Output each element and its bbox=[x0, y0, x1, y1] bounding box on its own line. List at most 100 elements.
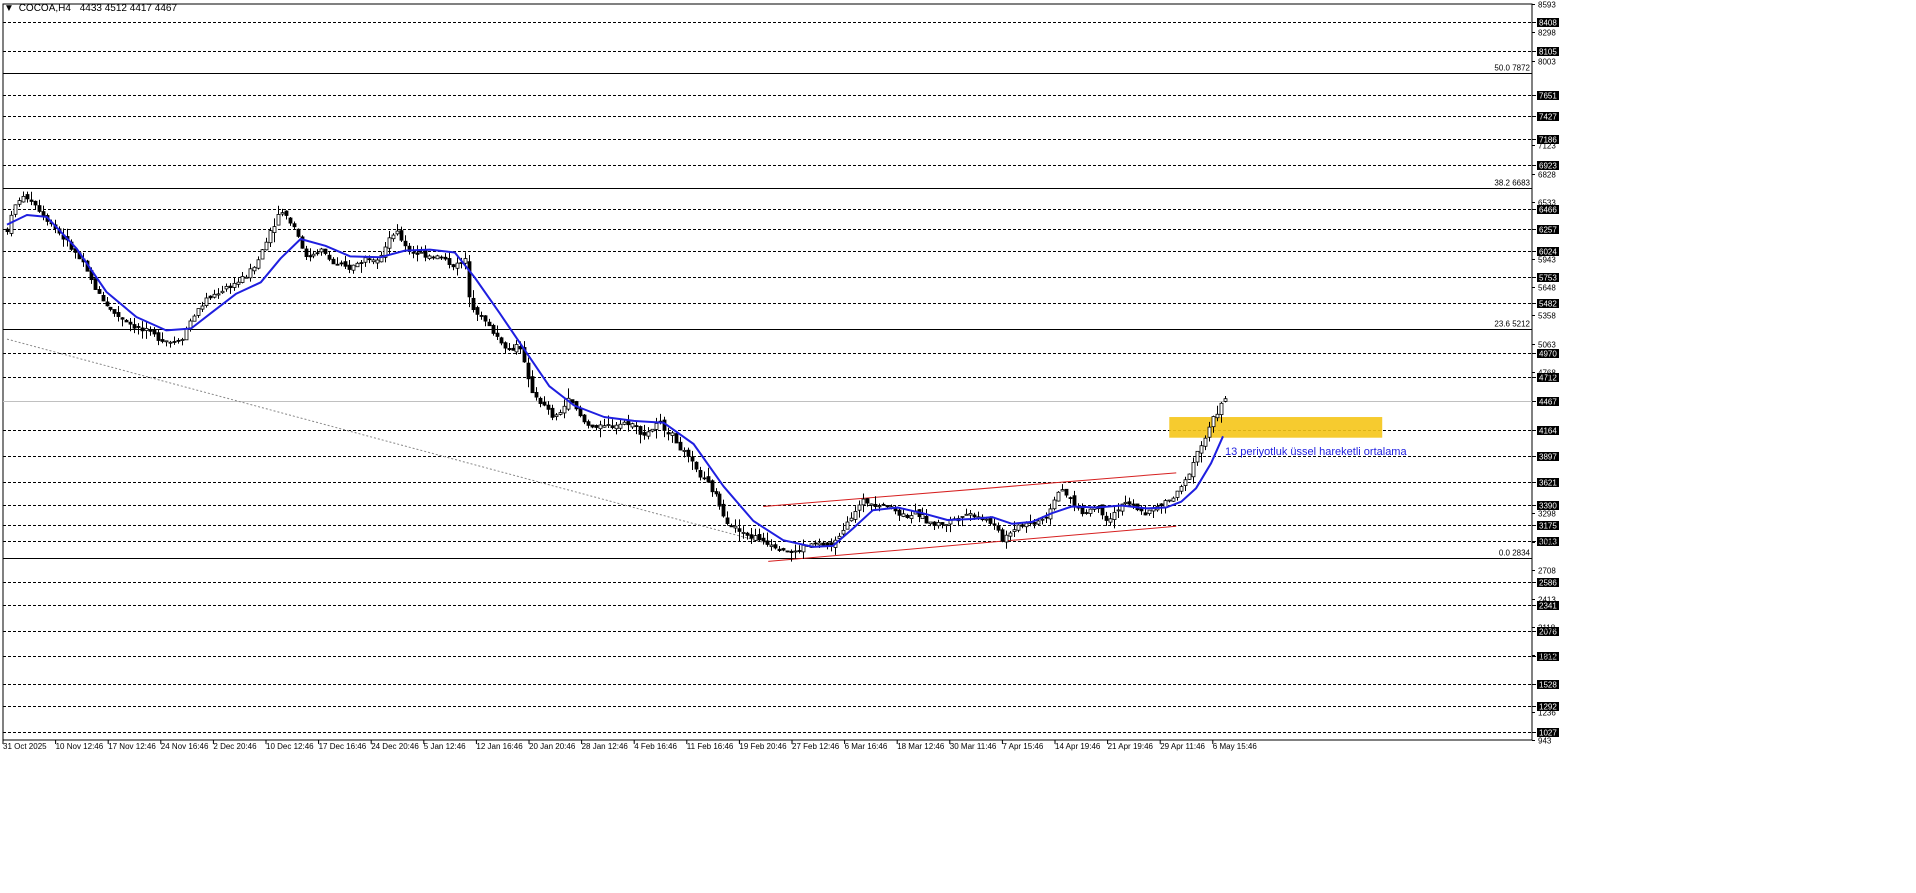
candle bbox=[435, 254, 440, 260]
candle-body bbox=[172, 341, 177, 343]
candle bbox=[236, 278, 241, 288]
candle-body bbox=[475, 307, 480, 315]
price-tag-label: 3175 bbox=[1539, 522, 1557, 531]
candle bbox=[881, 502, 886, 507]
candle bbox=[292, 221, 297, 229]
candle bbox=[411, 246, 416, 259]
candle bbox=[1147, 509, 1152, 516]
candle-body bbox=[530, 376, 535, 394]
candle bbox=[932, 521, 937, 530]
chart-header: ▼ COCOA,H4 4433 4512 4417 4467 bbox=[4, 3, 177, 14]
candle-body bbox=[1000, 529, 1005, 542]
candle bbox=[1139, 505, 1144, 515]
candle-body bbox=[761, 537, 766, 542]
candle bbox=[849, 512, 854, 522]
candle-body bbox=[29, 199, 34, 202]
candle-body bbox=[196, 308, 201, 316]
candle-body bbox=[208, 295, 213, 299]
candle bbox=[873, 496, 878, 510]
y-tick-label: 5063 bbox=[1538, 341, 1556, 350]
candle-body bbox=[200, 305, 205, 310]
candle-body bbox=[698, 470, 703, 478]
candle-body bbox=[1167, 499, 1172, 502]
candle-body bbox=[244, 276, 249, 279]
candle-body bbox=[395, 230, 400, 235]
candle-body bbox=[1179, 486, 1184, 492]
candle-body bbox=[1187, 473, 1192, 480]
candle-body bbox=[411, 251, 416, 254]
candle bbox=[721, 499, 726, 518]
fib-label: 38.2 6683 bbox=[1494, 179, 1530, 188]
candle-body bbox=[618, 423, 623, 429]
candle-body bbox=[315, 252, 320, 255]
candle bbox=[1072, 490, 1077, 512]
x-tick-label: 19 Feb 20:46 bbox=[739, 742, 787, 751]
candle-body bbox=[793, 550, 798, 553]
candle bbox=[1199, 441, 1204, 463]
candle-body bbox=[1195, 450, 1200, 463]
candle-body bbox=[152, 329, 157, 335]
candle-body bbox=[964, 513, 969, 516]
candle-body bbox=[710, 480, 715, 493]
fibonacci-levels: 50.0 7872 38.2 6683 23.6 5212 0.0 2834 bbox=[3, 64, 1532, 559]
candle-body bbox=[881, 503, 886, 506]
candle-body bbox=[296, 228, 301, 237]
chart-canvas[interactable]: 8408810576517427718669236466625760245753… bbox=[0, 0, 1916, 888]
candle-body bbox=[650, 428, 655, 432]
price-chart[interactable]: 8408 8105 7651 7427 7186 6923 6466 6257 6024 5753… bbox=[0, 0, 1916, 888]
candle bbox=[252, 266, 257, 275]
candle-body bbox=[204, 297, 209, 306]
candle bbox=[439, 255, 444, 261]
candle-body bbox=[308, 255, 313, 258]
candle-body bbox=[988, 517, 993, 524]
candle-body bbox=[1088, 508, 1093, 514]
candle-body bbox=[443, 256, 448, 260]
candle-body bbox=[594, 425, 599, 428]
candle bbox=[901, 509, 906, 518]
candle bbox=[304, 245, 309, 261]
x-tick-label: 17 Nov 12:46 bbox=[108, 742, 156, 751]
candle-body bbox=[960, 515, 965, 518]
plot-frame bbox=[2, 3, 1533, 741]
candle bbox=[152, 327, 157, 337]
candle-body bbox=[387, 237, 392, 249]
candle-body bbox=[1219, 402, 1224, 416]
y-tick-label: 2413 bbox=[1538, 596, 1556, 605]
candle bbox=[590, 424, 595, 429]
candle bbox=[264, 237, 269, 251]
candle bbox=[455, 257, 460, 276]
dropdown-triangle-icon[interactable]: ▼ bbox=[4, 3, 14, 14]
fib-label: 50.0 7872 bbox=[1494, 64, 1530, 73]
candle bbox=[1108, 512, 1113, 526]
candle bbox=[678, 436, 683, 451]
candle bbox=[61, 228, 66, 247]
candle bbox=[857, 500, 862, 518]
candle-body bbox=[124, 319, 129, 323]
candle bbox=[176, 338, 181, 344]
candle-body bbox=[268, 230, 273, 244]
price-tag-label: 5753 bbox=[1539, 274, 1557, 283]
candle bbox=[753, 528, 758, 542]
candle-body bbox=[845, 521, 850, 530]
candle bbox=[1151, 505, 1156, 518]
candle bbox=[5, 227, 10, 235]
candle bbox=[240, 272, 245, 284]
candle-body bbox=[140, 327, 145, 332]
candle bbox=[296, 228, 301, 238]
candle bbox=[909, 510, 914, 524]
y-tick-label: 8593 bbox=[1538, 1, 1556, 10]
candle-body bbox=[21, 195, 26, 203]
x-tick-label: 24 Nov 16:46 bbox=[161, 742, 209, 751]
candle-body bbox=[682, 449, 687, 452]
candle-body bbox=[427, 255, 432, 260]
candle bbox=[415, 245, 420, 262]
candle-body bbox=[781, 548, 786, 551]
candle bbox=[594, 424, 599, 431]
candle bbox=[514, 340, 519, 355]
candle bbox=[41, 205, 46, 221]
candle-body bbox=[236, 281, 241, 285]
candle bbox=[1179, 484, 1184, 495]
candle-body bbox=[367, 258, 372, 261]
candle-body bbox=[216, 293, 221, 296]
candle-body bbox=[654, 423, 659, 430]
